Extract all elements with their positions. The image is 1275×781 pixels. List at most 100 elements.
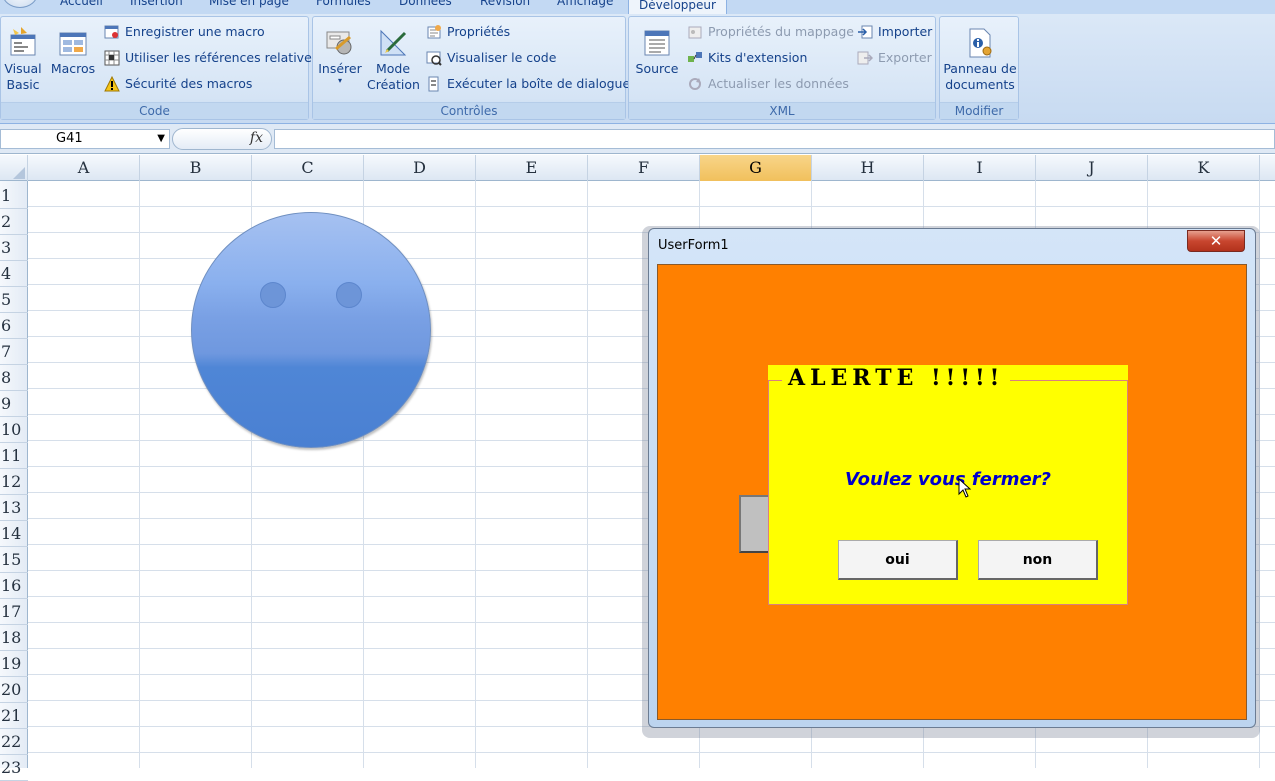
column-header-c[interactable]: C xyxy=(252,155,364,181)
column-header-k[interactable]: K xyxy=(1148,155,1260,181)
record-macro-icon xyxy=(104,24,120,40)
function-wizard[interactable]: fx xyxy=(172,128,272,150)
tab-developpeur[interactable]: Développeur xyxy=(628,0,727,14)
properties-button[interactable]: Propriétés xyxy=(426,23,510,41)
export-button[interactable]: Exporter xyxy=(857,49,932,67)
run-dialog-label: Exécuter la boîte de dialogue xyxy=(447,76,631,91)
row-header[interactable]: 14 xyxy=(0,521,28,547)
row-header[interactable]: 15 xyxy=(0,547,28,573)
name-box-dropdown-icon[interactable]: ▼ xyxy=(157,130,165,148)
warning-icon xyxy=(104,75,120,92)
run-dialog-icon xyxy=(426,76,442,92)
document-panel-label-2: documents xyxy=(945,77,1015,92)
row-header[interactable]: 13 xyxy=(0,495,28,521)
map-properties-label: Propriétés du mappage xyxy=(708,24,854,39)
design-mode-label-1: Mode xyxy=(375,61,411,76)
insert-control-button[interactable]: Insérer ▾ xyxy=(317,27,363,85)
group-xml-label: XML xyxy=(629,102,935,119)
row-header[interactable]: 22 xyxy=(0,729,28,755)
visual-basic-label-1: Visual xyxy=(4,61,42,76)
design-mode-label-2: Création xyxy=(367,77,420,92)
column-header-i[interactable]: I xyxy=(924,155,1036,181)
row-header[interactable]: 7 xyxy=(0,339,28,365)
column-headers: A B C D E F G H I J K xyxy=(0,155,1275,181)
map-properties-button[interactable]: Propriétés du mappage xyxy=(687,23,854,41)
no-button[interactable]: non xyxy=(978,540,1098,580)
column-header-b[interactable]: B xyxy=(140,155,252,181)
smiley-shape[interactable] xyxy=(191,212,431,448)
row-header[interactable]: 19 xyxy=(0,651,28,677)
formula-bar: G41 ▼ fx xyxy=(0,124,1275,154)
group-modify-label: Modifier xyxy=(940,102,1018,119)
row-header[interactable]: 23 xyxy=(0,755,28,781)
row-header[interactable]: 4 xyxy=(0,261,28,287)
row-header[interactable]: 9 xyxy=(0,391,28,417)
tab-formules[interactable]: Formules xyxy=(316,0,371,8)
column-header-e[interactable]: E xyxy=(476,155,588,181)
refresh-icon xyxy=(687,76,703,92)
relative-references-button[interactable]: Utiliser les références relatives xyxy=(104,49,318,67)
macros-button[interactable]: Macros xyxy=(49,27,97,77)
tab-donnees[interactable]: Données xyxy=(399,0,452,8)
map-properties-icon xyxy=(687,24,703,40)
column-header-a[interactable]: A xyxy=(28,155,140,181)
row-header[interactable]: 12 xyxy=(0,469,28,495)
column-header-f[interactable]: F xyxy=(588,155,700,181)
fx-icon[interactable]: fx xyxy=(250,130,263,146)
macro-security-button[interactable]: Sécurité des macros xyxy=(104,75,252,93)
select-all-corner[interactable] xyxy=(0,155,28,181)
tab-affichage[interactable]: Affichage xyxy=(557,0,613,8)
row-header[interactable]: 2 xyxy=(0,209,28,235)
tab-revision[interactable]: Révision xyxy=(480,0,530,8)
tab-accueil[interactable]: Accueil xyxy=(60,0,103,8)
import-button[interactable]: Importer xyxy=(857,23,932,41)
tab-mise-en-page[interactable]: Mise en page xyxy=(209,0,289,8)
group-controls-label: Contrôles xyxy=(313,102,625,119)
run-dialog-button[interactable]: Exécuter la boîte de dialogue xyxy=(426,75,630,93)
row-header[interactable]: 5 xyxy=(0,287,28,313)
insert-control-icon xyxy=(324,27,356,59)
view-code-button[interactable]: Visualiser le code xyxy=(426,49,556,67)
properties-label: Propriétés xyxy=(447,24,511,39)
row-header[interactable]: 6 xyxy=(0,313,28,339)
xml-source-button[interactable]: Source xyxy=(633,27,681,77)
row-headers: 1 2 3 4 5 6 7 8 9 10 11 12 13 14 15 16 1… xyxy=(0,181,28,781)
ribbon-tab-bar: Accueil Insertion Mise en page Formules … xyxy=(0,0,1275,14)
column-header-g[interactable]: G xyxy=(700,155,812,181)
alert-frame-title: ALERTE !!!!! xyxy=(782,365,1011,391)
row-header[interactable]: 10 xyxy=(0,417,28,443)
export-label: Exporter xyxy=(878,50,932,65)
record-macro-button[interactable]: Enregistrer une macro xyxy=(104,23,265,41)
row-header[interactable]: 3 xyxy=(0,235,28,261)
view-code-icon xyxy=(426,50,442,66)
row-header[interactable]: 11 xyxy=(0,443,28,469)
document-panel-button[interactable]: Panneau de documents xyxy=(942,27,1018,93)
refresh-data-button[interactable]: Actualiser les données xyxy=(687,75,849,93)
name-box[interactable]: G41 ▼ xyxy=(0,129,170,149)
tab-insertion[interactable]: Insertion xyxy=(130,0,183,8)
row-header[interactable]: 18 xyxy=(0,625,28,651)
design-mode-button[interactable]: Mode Création xyxy=(367,27,420,93)
yes-button[interactable]: oui xyxy=(838,540,958,580)
relative-references-label: Utiliser les références relatives xyxy=(125,50,319,65)
office-button[interactable] xyxy=(2,0,38,8)
row-header[interactable]: 20 xyxy=(0,677,28,703)
visual-basic-button[interactable]: Visual Basic xyxy=(4,27,42,93)
close-button[interactable]: ✕ xyxy=(1187,230,1245,252)
import-label: Importer xyxy=(878,24,933,39)
row-header[interactable]: 16 xyxy=(0,573,28,599)
macros-icon xyxy=(57,27,89,59)
userform-title: UserForm1 xyxy=(658,238,729,253)
formula-input[interactable] xyxy=(274,129,1275,149)
column-header-j[interactable]: J xyxy=(1036,155,1148,181)
macros-label: Macros xyxy=(50,61,96,76)
import-icon xyxy=(857,24,873,40)
column-header-h[interactable]: H xyxy=(812,155,924,181)
row-header[interactable]: 8 xyxy=(0,365,28,391)
column-header-d[interactable]: D xyxy=(364,155,476,181)
expansion-packs-button[interactable]: Kits d'extension xyxy=(687,49,807,67)
close-icon: ✕ xyxy=(1209,232,1223,250)
row-header[interactable]: 21 xyxy=(0,703,28,729)
row-header[interactable]: 17 xyxy=(0,599,28,625)
row-header[interactable]: 1 xyxy=(0,183,28,209)
